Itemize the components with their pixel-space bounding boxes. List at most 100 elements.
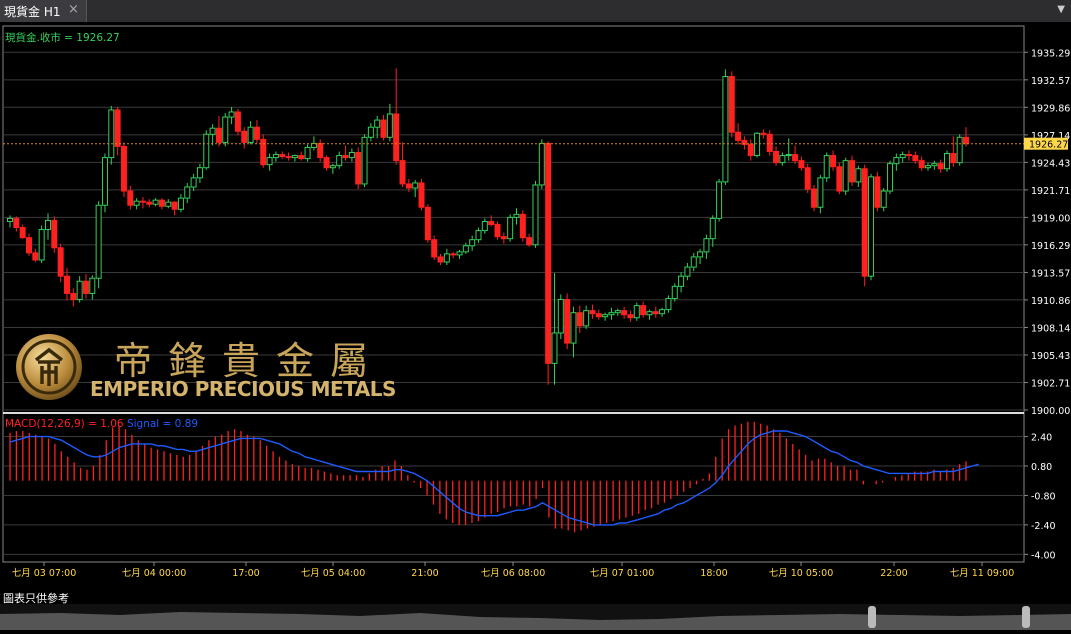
candle-body <box>152 199 159 205</box>
time-tick-label: 七月 05 04:00 <box>301 568 366 579</box>
current-price-label: 1926.27 <box>1029 140 1068 151</box>
price-tick-label: 1902.71 <box>1031 379 1070 390</box>
candle-body <box>32 252 39 261</box>
candle-body <box>95 204 102 279</box>
candle-body <box>766 133 773 153</box>
candle-body <box>912 155 919 162</box>
candle-body <box>481 220 488 232</box>
candle-body <box>646 311 653 316</box>
candle-body <box>557 299 564 334</box>
candle-body <box>222 116 229 143</box>
chart-frame <box>2 25 1025 563</box>
chart-scrollbar[interactable] <box>0 604 1071 630</box>
candle-body <box>842 160 849 192</box>
close-icon[interactable]: × <box>68 2 79 17</box>
candle-body <box>868 176 875 277</box>
candle-body <box>652 311 659 315</box>
candle-body <box>215 127 222 143</box>
candle-body <box>709 217 716 240</box>
candle-body <box>260 138 267 166</box>
candle-body <box>386 113 393 138</box>
candle-body <box>545 142 552 364</box>
candle-body <box>798 160 805 169</box>
candle-body <box>703 238 710 253</box>
scroll-handle-right[interactable] <box>1022 606 1030 628</box>
candle-body <box>456 251 463 256</box>
time-axis: 七月 03 07:00 七月 04 00:00 17:00 七月 05 04:00 21… <box>12 562 1015 579</box>
candle-body <box>722 75 729 183</box>
candle-body <box>754 132 761 157</box>
candle-body <box>76 280 83 301</box>
price-axis: 1935.291932.571929.861927.141924.431921.… <box>1024 48 1070 417</box>
candle-body <box>19 227 26 239</box>
candle-body <box>779 155 786 164</box>
chevron-down-icon[interactable]: ▼ <box>1057 4 1065 15</box>
candle-body <box>114 109 121 147</box>
candle-body <box>462 245 469 253</box>
candle-body <box>336 155 343 167</box>
candle-body <box>139 200 146 203</box>
current-price-line: 1926.27 <box>3 137 1068 151</box>
macd-tick-label: 2.40 <box>1031 433 1052 444</box>
candle-body <box>127 190 134 206</box>
time-tick-label: 18:00 <box>700 568 727 579</box>
candle-body <box>874 176 881 208</box>
chart-area[interactable]: 1935.291932.571929.861927.141924.431921.… <box>0 22 1071 604</box>
scroll-handle-left[interactable] <box>868 606 876 628</box>
candle-body <box>937 163 944 170</box>
candle-body <box>405 183 412 189</box>
candle-body <box>82 280 89 294</box>
candle-body <box>323 157 330 169</box>
candle-body <box>602 314 609 318</box>
candle-body <box>291 155 298 159</box>
candle-body <box>728 75 735 133</box>
candle-body <box>684 266 691 277</box>
macd-tick-label: -0.80 <box>1031 491 1056 502</box>
candle-body <box>171 201 178 210</box>
candle-body <box>437 256 444 263</box>
candle-body <box>7 217 13 222</box>
candle-body <box>450 253 457 256</box>
candle-body <box>773 151 780 164</box>
candle-body <box>234 111 241 132</box>
candle-body <box>317 142 324 159</box>
price-tick-label: 1905.43 <box>1031 351 1070 362</box>
candle-body <box>608 312 615 316</box>
candle-body <box>13 217 20 229</box>
candle-body <box>887 163 894 192</box>
candle-body <box>760 132 767 135</box>
candle-body <box>304 146 311 160</box>
candle-body <box>836 166 843 192</box>
candle-body <box>817 177 824 208</box>
time-tick-label: 七月 11 09:00 <box>950 568 1015 579</box>
candle-body <box>469 239 476 247</box>
candle-body <box>488 220 495 225</box>
macd-grid <box>3 436 1024 555</box>
tab-title[interactable]: 現貨金 H1 <box>4 3 60 20</box>
candle-body <box>241 130 248 143</box>
coin-emblem-icon <box>16 334 82 400</box>
price-tick-label: 1935.29 <box>1031 48 1070 59</box>
candle-body <box>538 142 545 186</box>
candle-body <box>367 126 374 138</box>
candle-body <box>374 119 381 128</box>
candle-body <box>697 251 704 258</box>
candle-body <box>659 309 666 315</box>
candle-body <box>735 131 742 141</box>
candle-body <box>298 155 305 160</box>
candle-body <box>880 190 887 208</box>
price-tick-label: 1919.00 <box>1031 213 1070 224</box>
candle-body <box>576 312 583 327</box>
candle-body <box>177 197 184 210</box>
candle-body <box>849 160 856 183</box>
watermark-logo: 帝鋒貴金屬 EMPERIO PRECIOUS METALS <box>14 330 396 406</box>
candle-body <box>956 136 963 164</box>
tab-chart-gold-h1[interactable]: 現貨金 H1 × <box>0 0 87 22</box>
candle-body <box>355 152 362 185</box>
candle-body <box>89 277 96 294</box>
price-tick-label: 1932.57 <box>1031 76 1070 87</box>
candle-body <box>431 239 438 258</box>
candle-body <box>228 111 235 118</box>
candle-body <box>380 119 387 138</box>
time-tick-label: 七月 04 00:00 <box>122 568 187 579</box>
